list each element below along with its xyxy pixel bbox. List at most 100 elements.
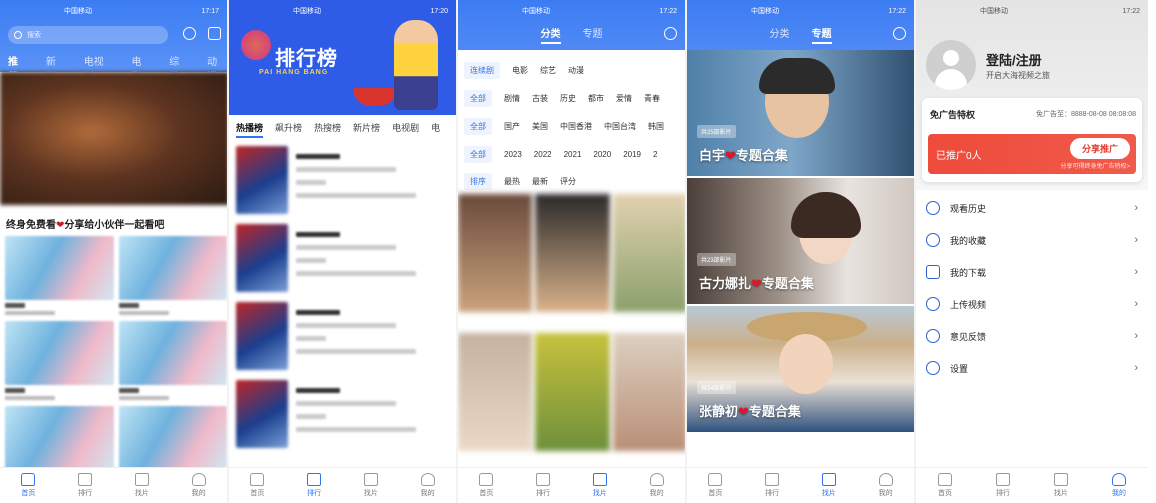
video-card[interactable]	[5, 321, 114, 400]
filter-option[interactable]: 韩国	[648, 121, 664, 132]
nav-label: 找片	[821, 490, 836, 497]
filter-option[interactable]: 中国台湾	[604, 121, 636, 132]
filter-option[interactable]: 连续剧	[464, 62, 500, 79]
tab-search[interactable]: 热搜榜	[314, 121, 341, 138]
filter-option[interactable]: 剧情	[504, 93, 520, 104]
filter-option[interactable]: 全部	[464, 118, 492, 135]
nav-home[interactable]: 首页	[916, 468, 974, 503]
list-item[interactable]	[236, 380, 450, 456]
menu-upload[interactable]: 上传视频 ›	[916, 288, 1148, 320]
nav-find[interactable]: 找片	[801, 468, 858, 503]
filter-option[interactable]: 最新	[532, 176, 548, 187]
nav-rank[interactable]: 排行	[57, 468, 114, 503]
avatar[interactable]	[926, 40, 976, 90]
video-card[interactable]	[5, 406, 114, 470]
menu-watch-history[interactable]: 观看历史 ›	[916, 192, 1148, 224]
nav-home[interactable]: 首页	[687, 468, 744, 503]
video-card[interactable]	[118, 236, 227, 315]
filter-option[interactable]: 国产	[504, 121, 520, 132]
filter-option[interactable]: 全部	[464, 90, 492, 107]
tab-topic[interactable]: 专题	[583, 25, 603, 44]
nav-me[interactable]: 我的	[628, 468, 685, 503]
nav-me[interactable]: 我的	[399, 468, 456, 503]
video-card[interactable]	[118, 321, 227, 400]
hero-banner[interactable]	[0, 72, 227, 205]
menu-feedback[interactable]: 意见反馈 ›	[916, 320, 1148, 352]
share-promote-button[interactable]: 分享推广	[1069, 138, 1130, 159]
topic-card[interactable]: 共25部影片 白宇❤专题合集	[687, 50, 914, 176]
menu-label: 我的下载	[950, 267, 987, 278]
filter-option[interactable]: 2019	[623, 150, 641, 159]
history-icon[interactable]	[183, 27, 196, 40]
topic-card[interactable]: 共34部影片 张静初❤专题合集	[687, 306, 914, 432]
filter-option[interactable]: 2020	[593, 150, 611, 159]
filter-option[interactable]: 动漫	[568, 65, 584, 76]
heart-icon: ❤	[738, 404, 749, 419]
nav-me[interactable]: 我的	[857, 468, 914, 503]
video-card[interactable]	[118, 406, 227, 470]
video-card[interactable]	[535, 333, 610, 451]
nav-home[interactable]: 首页	[229, 468, 286, 503]
filter-option[interactable]: 美国	[532, 121, 548, 132]
ranking-banner: 中国移动 17:20 排行榜 PAI HANG BANG	[229, 0, 456, 115]
tab-new[interactable]: 新片榜	[353, 121, 380, 138]
login-register-link[interactable]: 登陆/注册	[986, 50, 1042, 69]
filter-option[interactable]: 古装	[532, 93, 548, 104]
video-card[interactable]	[612, 333, 685, 451]
nav-home[interactable]: 首页	[458, 468, 515, 503]
nav-home[interactable]: 首页	[0, 468, 57, 503]
nav-rank[interactable]: 排行	[974, 468, 1032, 503]
tab-tv[interactable]: 电视剧	[392, 121, 419, 138]
menu-settings[interactable]: 设置 ›	[916, 352, 1148, 384]
menu-downloads[interactable]: 我的下载 ›	[916, 256, 1148, 288]
video-card[interactable]	[458, 333, 533, 451]
search-icon[interactable]	[893, 27, 906, 40]
nav-me[interactable]: 我的	[1090, 468, 1148, 503]
filter-option[interactable]: 历史	[560, 93, 576, 104]
video-card[interactable]	[458, 194, 533, 330]
tab-category[interactable]: 分类	[770, 25, 790, 44]
nav-rank[interactable]: 排行	[286, 468, 343, 503]
tab-category[interactable]: 分类	[540, 25, 561, 44]
filter-option[interactable]: 2	[653, 150, 657, 159]
tab-hot[interactable]: 热播榜	[236, 121, 264, 138]
filter-option[interactable]: 全部	[464, 146, 492, 163]
tab-more[interactable]: 电	[431, 121, 440, 138]
filter-option[interactable]: 2022	[534, 150, 552, 159]
filter-option[interactable]: 2021	[564, 150, 582, 159]
filter-option[interactable]: 电影	[512, 65, 528, 76]
filter-option[interactable]: 综艺	[540, 65, 556, 76]
list-item[interactable]	[236, 224, 450, 300]
video-card[interactable]	[5, 236, 114, 315]
filter-option[interactable]: 青春	[644, 93, 660, 104]
share-tip-link[interactable]: 分享可得终身免广告特权>	[1060, 161, 1130, 170]
tab-topic[interactable]: 专题	[811, 25, 832, 44]
tab-rising[interactable]: 飙升榜	[275, 121, 302, 138]
nav-find[interactable]: 找片	[1032, 468, 1090, 503]
search-input[interactable]: 搜索	[8, 26, 168, 44]
nav-rank[interactable]: 排行	[515, 468, 572, 503]
nav-find[interactable]: 找片	[343, 468, 400, 503]
filter-option[interactable]: 2023	[504, 150, 522, 159]
bottom-nav: 首页 排行 找片 我的	[916, 467, 1148, 503]
filter-option[interactable]: 爱情	[616, 93, 632, 104]
nav-find[interactable]: 找片	[114, 468, 171, 503]
filter-option[interactable]: 中国香港	[560, 121, 592, 132]
menu-favorites[interactable]: 我的收藏 ›	[916, 224, 1148, 256]
filter-option[interactable]: 最热	[504, 176, 520, 187]
download-icon[interactable]	[208, 27, 221, 40]
list-item[interactable]	[236, 146, 450, 222]
filter-option[interactable]: 评分	[560, 176, 576, 187]
nav-find[interactable]: 找片	[572, 468, 629, 503]
list-item[interactable]	[236, 302, 450, 378]
video-card[interactable]	[535, 194, 610, 330]
video-poster	[118, 321, 227, 385]
filter-option[interactable]: 排序	[464, 173, 492, 190]
search-icon[interactable]	[664, 27, 677, 40]
filter-option[interactable]: 都市	[588, 93, 604, 104]
video-card[interactable]	[612, 194, 685, 330]
nav-me[interactable]: 我的	[170, 468, 227, 503]
topic-card[interactable]: 共23部影片 古力娜扎❤专题合集	[687, 178, 914, 304]
nav-rank[interactable]: 排行	[744, 468, 801, 503]
status-bar: 中国移动 17:22	[687, 0, 914, 22]
